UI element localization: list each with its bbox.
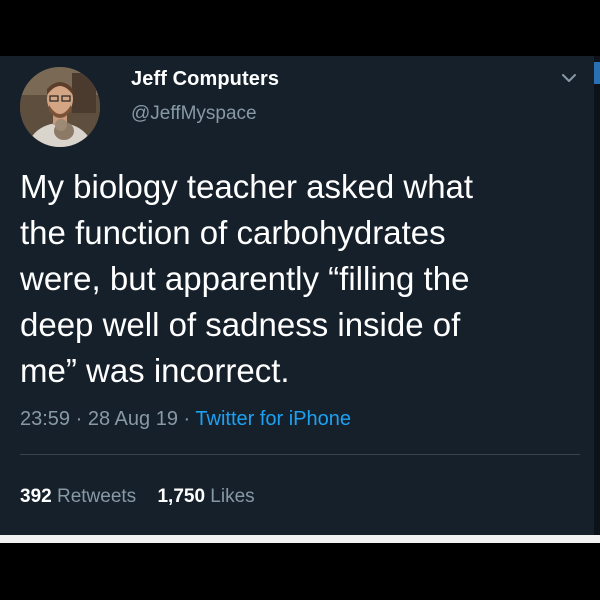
scrollbar-thumb[interactable] — [594, 62, 600, 84]
meta-separator: · — [75, 408, 83, 430]
tweet-date[interactable]: 28 Aug 19 — [88, 408, 178, 430]
divider — [20, 454, 580, 455]
retweets-stat[interactable]: 392 Retweets — [20, 486, 136, 508]
chevron-down-icon[interactable] — [559, 68, 579, 88]
meta-separator: · — [183, 408, 191, 430]
scrollbar[interactable] — [594, 56, 600, 535]
likes-stat[interactable]: 1,750 Likes — [157, 486, 254, 508]
tweet-stats: 392 Retweets 1,750 Likes — [20, 486, 271, 508]
retweets-count: 392 — [20, 486, 52, 507]
author-display-name[interactable]: Jeff Computers — [131, 68, 279, 91]
bottom-border — [0, 535, 600, 543]
likes-count: 1,750 — [157, 486, 206, 507]
avatar[interactable] — [20, 67, 100, 147]
retweets-label: Retweets — [56, 486, 137, 507]
likes-label: Likes — [210, 486, 255, 507]
top-letterbox — [0, 0, 600, 56]
author-handle[interactable]: @JeffMyspace — [131, 103, 257, 125]
bottom-letterbox — [0, 543, 600, 600]
tweet-source-link[interactable]: Twitter for iPhone — [195, 408, 351, 430]
tweet-card: Jeff Computers @JeffMyspace My biology t… — [0, 56, 600, 535]
tweet-metadata: 23:59 · 28 Aug 19 · Twitter for iPhone — [20, 408, 351, 431]
tweet-time[interactable]: 23:59 — [20, 408, 70, 430]
tweet-text: My biology teacher asked what the functi… — [20, 168, 474, 389]
avatar-image — [20, 67, 100, 147]
